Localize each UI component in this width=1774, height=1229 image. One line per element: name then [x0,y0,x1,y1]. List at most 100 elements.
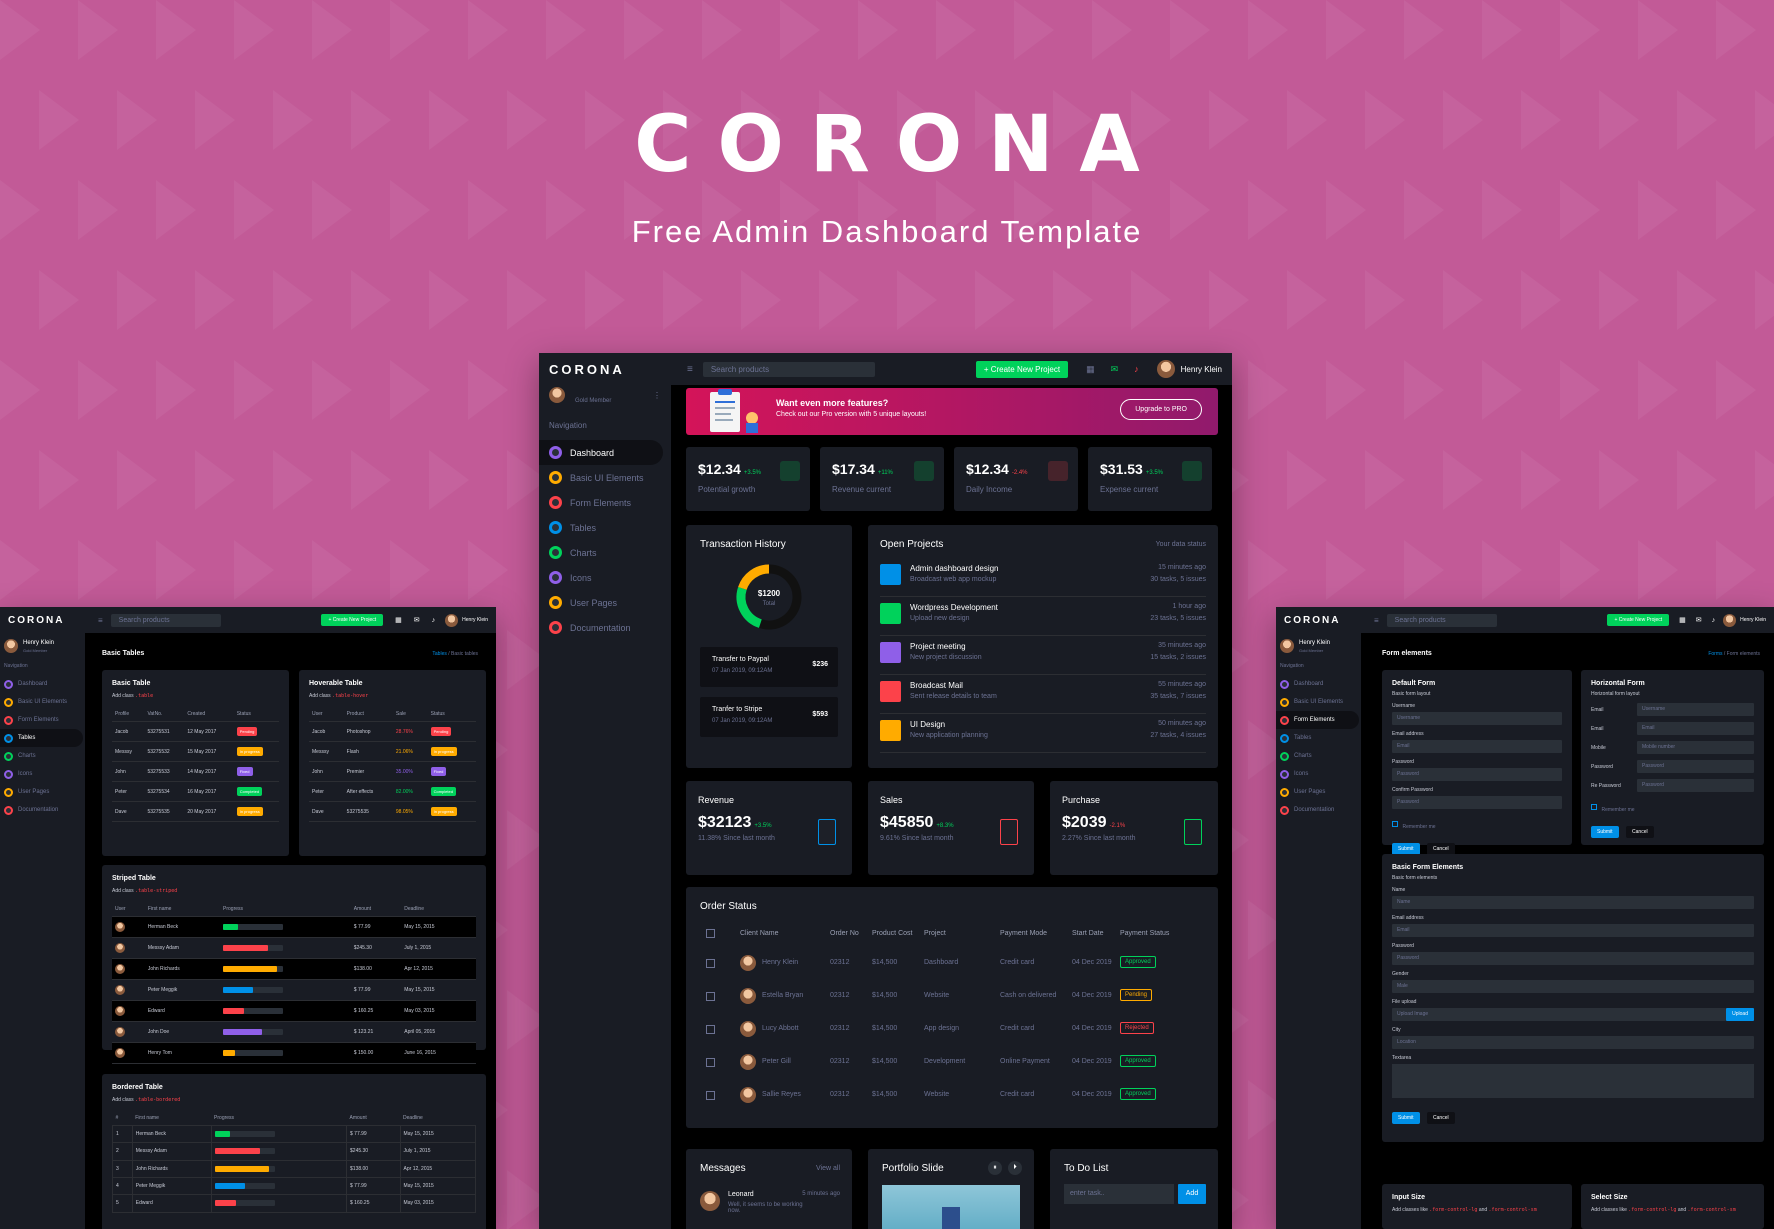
table-row[interactable]: 2 Messsy Adam $245.30 July 1, 2015 [112,1142,477,1161]
menu-toggle-icon[interactable]: ≡ [98,616,103,625]
add-todo-button[interactable]: Add [1178,1184,1206,1204]
text-input[interactable]: Email [1392,740,1562,753]
sidebar-item[interactable]: Documentation [0,801,85,819]
table-row[interactable]: Messsy 53275532 15 May 2017 In progress [112,741,279,762]
sidebar-item[interactable]: Dashboard [539,440,663,465]
project-item[interactable]: Project meeting New project discussion 35 … [880,636,1206,675]
logo[interactable]: CORONA [549,362,669,377]
bell-icon[interactable]: ♪ [1712,617,1716,624]
project-item[interactable]: Wordpress Development Upload new design 1 … [880,597,1206,636]
text-input[interactable]: Email [1392,924,1754,937]
avatar[interactable] [1280,639,1294,653]
transaction-item[interactable]: Tranfer to Stripe 07 Jan 2019, 09:12AM $59… [700,697,838,737]
sidebar-item[interactable]: Charts [1276,747,1361,765]
menu-toggle-icon[interactable]: ≡ [687,364,693,375]
create-project-button[interactable]: + Create New Project [975,360,1069,378]
row-checkbox[interactable] [706,959,715,968]
avatar[interactable] [1723,613,1737,627]
grid-icon[interactable]: ▦ [395,616,402,624]
avatar[interactable] [1156,360,1175,378]
text-input[interactable]: Name [1392,896,1754,909]
row-checkbox[interactable] [706,1025,715,1034]
submit-button[interactable]: Submit [1392,1112,1420,1124]
search-input[interactable]: Search products [1386,613,1497,627]
table-row[interactable]: 3 John Richards $138.00 Apr 12, 2015 [112,1159,477,1178]
row-checkbox[interactable] [706,1058,715,1067]
sidebar-item[interactable]: Icons [1276,765,1361,783]
mail-icon[interactable]: ✉ [1111,364,1119,375]
table-row[interactable]: 1 Herman Beck $ 77.99 May 15, 2015 [112,1124,477,1144]
text-input[interactable]: Password [1637,779,1754,792]
table-row[interactable]: John Richards $138.00 Apr 12, 2015 [112,958,476,980]
breadcrumb-parent[interactable]: Forms [1708,651,1722,657]
text-input[interactable]: Password [1392,796,1562,809]
text-input[interactable]: Username [1637,703,1754,716]
cancel-button[interactable]: Cancel [1626,826,1654,838]
select-all-checkbox[interactable] [706,929,715,938]
logo[interactable]: CORONA [8,615,98,626]
table-row[interactable]: Jacob 53275531 12 May 2017 Pending [112,721,279,742]
submit-button[interactable]: Submit [1591,826,1619,838]
gender-select[interactable]: Male [1392,980,1754,993]
pause-icon[interactable]: ⏸ [988,1161,1002,1175]
grid-icon[interactable]: ▦ [1086,364,1095,375]
upgrade-button[interactable]: Upgrade to PRO [1120,399,1202,420]
search-input[interactable]: Search products [702,361,875,377]
table-row[interactable]: Dave 53275535 20 May 2017 In progress [112,801,279,822]
table-row[interactable]: Lucy Abbott 02312 $14,500 App design Credit … [706,1013,1198,1046]
user-name[interactable]: Henry Klein [1740,617,1766,623]
text-input[interactable]: Mobile number [1637,741,1754,754]
sidebar-item[interactable]: Basic UI Elements [1276,693,1361,711]
sidebar-item[interactable]: Basic UI Elements [0,693,85,711]
sidebar-item[interactable]: Icons [0,765,85,783]
avatar[interactable] [549,387,565,403]
table-row[interactable]: Herman Beck $ 77.99 May 15, 2015 [112,916,476,938]
sidebar-item[interactable]: Charts [0,747,85,765]
table-row[interactable]: Peter After effects 82.00% Completed [309,781,476,802]
table-row[interactable]: Peter Gill 02312 $14,500 Development Online … [706,1046,1198,1079]
logo[interactable]: CORONA [1284,615,1374,626]
menu-toggle-icon[interactable]: ≡ [1374,616,1379,625]
sidebar-item[interactable]: Basic UI Elements [539,465,671,490]
table-row[interactable]: Sallie Reyes 02312 $14,500 Website Credit ca… [706,1079,1198,1112]
project-item[interactable]: Admin dashboard design Broadcast web app … [880,558,1206,597]
text-input[interactable]: Password [1637,760,1754,773]
table-row[interactable]: Edward $ 160.25 May 03, 2015 [112,1000,476,1022]
file-input[interactable]: Upload Image [1392,1008,1727,1021]
avatar[interactable] [4,639,18,653]
search-input[interactable]: Search products [110,613,221,627]
avatar[interactable] [445,613,459,627]
table-row[interactable]: 4 Peter Meggik $ 77.99 May 15, 2015 [112,1176,477,1196]
sidebar-item[interactable]: Dashboard [1276,675,1361,693]
transaction-item[interactable]: Transfer to Paypal 07 Jan 2019, 09:12AM $2… [700,647,838,687]
text-input[interactable]: Password [1392,768,1562,781]
table-row[interactable]: Henry Klein 02312 $14,500 Dashboard Credit c… [706,947,1198,980]
row-checkbox[interactable] [706,1091,715,1100]
sidebar-item[interactable]: Dashboard [0,675,85,693]
bell-icon[interactable]: ♪ [1134,364,1139,374]
table-row[interactable]: Messsy Adam $245.30 July 1, 2015 [112,937,476,959]
mail-icon[interactable]: ✉ [1696,616,1702,624]
sidebar-item[interactable]: User Pages [539,590,671,615]
table-row[interactable]: John Doe $ 123.21 April 05, 2015 [112,1021,476,1043]
sidebar-item[interactable]: Form Elements [1276,711,1359,729]
table-row[interactable]: Peter 53275534 16 May 2017 Completed [112,781,279,802]
sidebar-item[interactable]: Icons [539,565,671,590]
table-row[interactable]: Messsy Flash 21.06% In progress [309,741,476,762]
remember-checkbox[interactable] [1591,803,1597,810]
table-row[interactable]: Estella Bryan 02312 $14,500 Website Cash on … [706,980,1198,1013]
next-icon[interactable]: ⏵ [1008,1161,1022,1175]
user-name[interactable]: Henry Klein [1181,365,1222,374]
text-input[interactable]: Username [1392,712,1562,725]
text-input[interactable]: Email [1637,722,1754,735]
breadcrumb-parent[interactable]: Tables [432,651,446,657]
project-item[interactable]: UI Design New application planning 50 minu… [880,714,1206,753]
todo-input[interactable]: enter task.. [1064,1184,1174,1204]
upload-button[interactable]: Upload [1726,1008,1754,1021]
table-row[interactable]: Dave 53275535 98.05% In progress [309,801,476,822]
mail-icon[interactable]: ✉ [414,616,420,624]
user-name[interactable]: Henry Klein [462,617,488,623]
create-project-button[interactable]: + Create New Project [321,614,384,626]
sidebar-item[interactable]: Tables [1276,729,1361,747]
sidebar-item[interactable]: Tables [0,729,83,747]
